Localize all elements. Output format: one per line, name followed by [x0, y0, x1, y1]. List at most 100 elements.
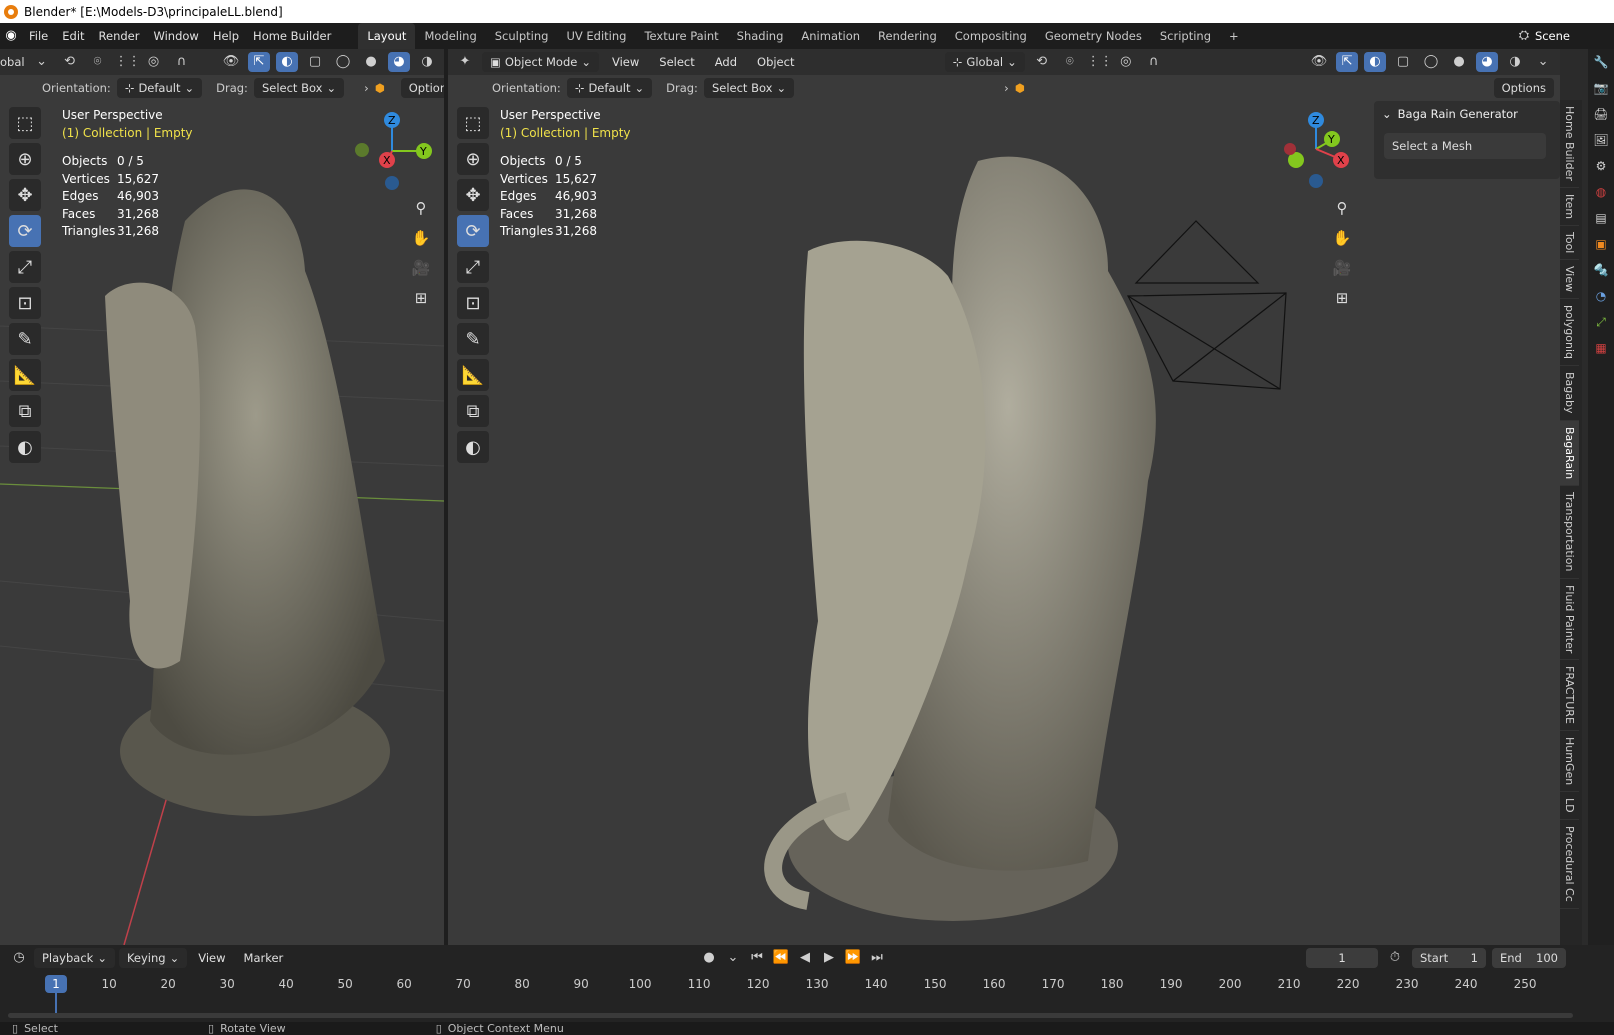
world-properties-icon[interactable]: ◍ — [1592, 183, 1610, 201]
overlay-icon[interactable]: ◐ — [1364, 52, 1387, 72]
mode-dropdown[interactable]: ▣ Object Mode ⌄ — [482, 52, 599, 72]
add-cube-tool-icon[interactable]: ⧉ — [457, 395, 489, 427]
menu-window[interactable]: Window — [146, 23, 205, 49]
npanel-tab-procedural[interactable]: Procedural Cc — [1560, 820, 1579, 909]
modifier-properties-icon[interactable]: 🔩 — [1592, 261, 1610, 279]
npanel-tab-polygoniq[interactable]: polygoniq — [1560, 299, 1579, 367]
select-mesh-button[interactable]: Select a Mesh — [1384, 133, 1546, 159]
falloff-icon[interactable]: ∩ — [171, 52, 193, 72]
orientation-dropdown[interactable]: ⊹ Default ⌄ — [566, 78, 653, 98]
add-workspace-icon[interactable]: + — [1220, 23, 1248, 49]
npanel-tab-home-builder[interactable]: Home Builder — [1560, 100, 1579, 188]
tab-sculpting[interactable]: Sculpting — [486, 23, 558, 49]
collection-properties-icon[interactable]: ▤ — [1592, 209, 1610, 227]
falloff-icon[interactable]: ∩ — [1143, 52, 1165, 72]
add-cube-tool-icon[interactable]: ⧉ — [9, 395, 41, 427]
annotate-tool-icon[interactable]: ✎ — [9, 323, 41, 355]
drag-dropdown[interactable]: Select Box ⌄ — [253, 78, 345, 98]
measure-tool-icon[interactable]: 📐 — [457, 359, 489, 391]
frame-ruler[interactable]: 10 20 30 40 50 60 70 80 90 100 110 120 130 140 150 160 1… — [0, 945, 1580, 1022]
npanel-header[interactable]: ⌄ Baga Rain Generator — [1374, 101, 1560, 127]
pan-hand-icon[interactable]: ✋ — [409, 226, 433, 250]
menu-help[interactable]: Help — [206, 23, 246, 49]
addon-tool-icon[interactable]: ◐ — [457, 431, 489, 463]
menu-home-builder[interactable]: Home Builder — [246, 23, 338, 49]
select-box-tool-icon[interactable]: ⬚ — [457, 107, 489, 139]
solid-shading-icon[interactable]: ● — [1448, 52, 1470, 72]
cursor-tool-icon[interactable]: ⊕ — [457, 143, 489, 175]
tab-animation[interactable]: Animation — [792, 23, 869, 49]
view-layer-icon[interactable]: 🖼 — [1592, 131, 1610, 149]
object-properties-icon[interactable]: ▣ — [1592, 235, 1610, 253]
drag-dropdown[interactable]: Select Box ⌄ — [703, 78, 795, 98]
transform-orientation-dropdown[interactable]: ⊹ Global ⌄ — [944, 52, 1025, 72]
tab-compositing[interactable]: Compositing — [946, 23, 1036, 49]
rotate-tool-icon[interactable]: ⟳ — [9, 215, 41, 247]
rendered-shading-icon[interactable]: ◑ — [1504, 52, 1526, 72]
chevron-right-icon[interactable]: › — [1004, 81, 1009, 95]
timeline-scrollbar[interactable] — [8, 1013, 1573, 1018]
npanel-tab-tool[interactable]: Tool — [1560, 226, 1579, 261]
orientation-dropdown[interactable]: ⊹ Default ⌄ — [116, 78, 203, 98]
snap-icon[interactable]: ⌾ — [87, 52, 109, 72]
zoom-icon[interactable]: ⚲ — [409, 196, 433, 220]
gizmo-icon[interactable]: ⇱ — [248, 52, 270, 72]
move-tool-icon[interactable]: ✥ — [457, 179, 489, 211]
scene-name[interactable]: Scene — [1535, 29, 1570, 43]
constraints-icon[interactable]: ⤢ — [1592, 313, 1610, 331]
ortho-grid-icon[interactable]: ⊞ — [1330, 286, 1354, 310]
camera-view-icon[interactable]: 🎥 — [1330, 256, 1354, 280]
playhead[interactable]: 1 — [45, 975, 67, 993]
addon-tool-icon[interactable]: ◐ — [9, 431, 41, 463]
collapse-chevron-icon[interactable]: ⌄ — [1382, 107, 1392, 121]
npanel-tab-humgen[interactable]: HumGen — [1560, 731, 1579, 793]
scale-tool-icon[interactable]: ⤢ — [9, 251, 41, 283]
left-nav-gizmo[interactable]: Z Y X — [350, 111, 436, 191]
tab-texture-paint[interactable]: Texture Paint — [635, 23, 727, 49]
texture-properties-icon[interactable]: ▦ — [1592, 339, 1610, 357]
pan-hand-icon[interactable]: ✋ — [1330, 226, 1354, 250]
tab-rendering[interactable]: Rendering — [869, 23, 946, 49]
addon-cube-icon[interactable]: ⬢ — [375, 81, 385, 95]
transform-orientation-cut[interactable]: obal — [0, 55, 25, 69]
material-shading-icon[interactable]: ◕ — [1476, 52, 1499, 72]
proportional-edit-icon[interactable]: ◎ — [143, 52, 165, 72]
proportional-edit-icon[interactable]: ◎ — [1115, 52, 1137, 72]
rendered-shading-icon[interactable]: ◑ — [416, 52, 438, 72]
snap-increment-icon[interactable]: ⋮⋮ — [115, 52, 141, 72]
visibility-icon[interactable]: 👁 — [1308, 52, 1330, 72]
chevron-down-icon[interactable]: ⌄ — [31, 52, 53, 72]
render-properties-icon[interactable]: 📷 — [1592, 79, 1610, 97]
wireframe-shading-icon[interactable]: ◯ — [332, 52, 354, 72]
npanel-tab-fracture[interactable]: FRACTURE — [1560, 660, 1579, 731]
annotate-tool-icon[interactable]: ✎ — [457, 323, 489, 355]
overlay-icon[interactable]: ◐ — [276, 52, 298, 72]
visibility-icon[interactable]: 👁 — [220, 52, 242, 72]
right-nav-gizmo[interactable]: Z Y X — [1278, 111, 1358, 191]
tab-scripting[interactable]: Scripting — [1151, 23, 1220, 49]
wireframe-shading-icon[interactable]: ◯ — [1420, 52, 1442, 72]
tab-modeling[interactable]: Modeling — [415, 23, 485, 49]
ortho-grid-icon[interactable]: ⊞ — [409, 286, 433, 310]
npanel-tab-item[interactable]: Item — [1560, 188, 1579, 226]
editor-type-icon[interactable]: ✦ — [454, 52, 476, 72]
gizmo-icon[interactable]: ⇱ — [1336, 52, 1359, 72]
rotate-tool-icon[interactable]: ⟳ — [457, 215, 489, 247]
move-tool-icon[interactable]: ✥ — [9, 179, 41, 211]
addon-cube-icon[interactable]: ⬢ — [1015, 81, 1025, 95]
zoom-icon[interactable]: ⚲ — [1330, 196, 1354, 220]
xray-icon[interactable]: ▢ — [1392, 52, 1414, 72]
pivot-icon[interactable]: ⟲ — [59, 52, 81, 72]
scene-properties-icon[interactable]: ⚙ — [1592, 157, 1610, 175]
output-properties-icon[interactable]: 🖨 — [1592, 105, 1610, 123]
menu-render[interactable]: Render — [92, 23, 147, 49]
snap-increment-icon[interactable]: ⋮⋮ — [1087, 52, 1113, 72]
menu-object[interactable]: Object — [750, 49, 801, 75]
scene-selector-icon[interactable]: ⛭ — [1513, 26, 1535, 46]
npanel-tab-transportation[interactable]: Transportation — [1560, 486, 1579, 579]
npanel-tab-view[interactable]: View — [1560, 260, 1579, 300]
tab-uv-editing[interactable]: UV Editing — [557, 23, 635, 49]
transform-tool-icon[interactable]: ⊡ — [9, 287, 41, 319]
npanel-tab-bagaby[interactable]: Bagaby — [1560, 366, 1579, 421]
menu-file[interactable]: File — [22, 23, 55, 49]
